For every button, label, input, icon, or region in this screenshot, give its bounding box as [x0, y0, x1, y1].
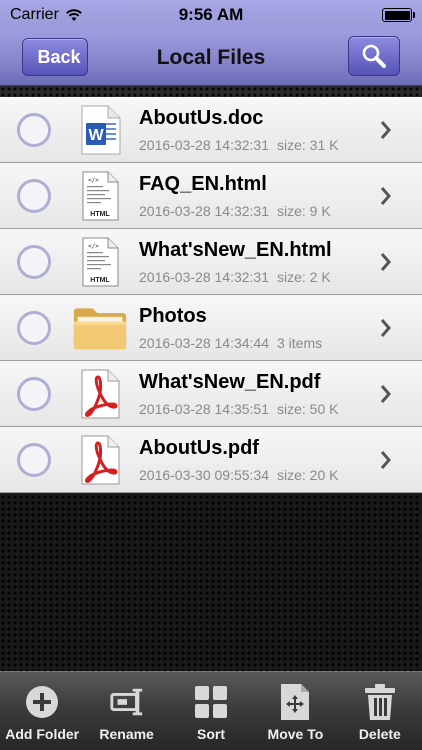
svg-text:</>: </>	[88, 177, 99, 184]
file-meta: 2016-03-28 14:34:44 3 items	[139, 335, 322, 351]
chevron-right-icon	[380, 451, 391, 469]
sort-button[interactable]: Sort	[169, 672, 253, 750]
file-name: FAQ_EN.html	[139, 173, 267, 195]
move-icon	[277, 684, 313, 720]
select-circle[interactable]	[17, 245, 51, 279]
file-date: 2016-03-28 14:34:44	[139, 335, 269, 351]
file-size: 3 items	[277, 335, 323, 351]
list-top-band	[0, 86, 422, 97]
chevron-right-icon	[380, 319, 391, 337]
svg-text:HTML: HTML	[90, 211, 110, 218]
list-item[interactable]: </> HTML FAQ_EN.html 2016-03-28 14:32:31…	[0, 163, 422, 229]
search-button[interactable]	[348, 36, 400, 76]
battery-icon	[382, 8, 415, 22]
file-size: size: 2 K	[277, 269, 331, 285]
chevron-right-icon	[380, 187, 391, 205]
select-circle[interactable]	[17, 311, 51, 345]
rename-button[interactable]: Rename	[84, 672, 168, 750]
select-circle[interactable]	[17, 113, 51, 147]
file-date: 2016-03-28 14:32:31	[139, 269, 269, 285]
pdf-file-icon	[72, 369, 128, 419]
rename-icon	[109, 684, 145, 720]
pdf-file-icon	[72, 435, 128, 485]
file-date: 2016-03-28 14:32:31	[139, 203, 269, 219]
list-item[interactable]: Photos 2016-03-28 14:34:44 3 items	[0, 295, 422, 361]
back-button-label: Back	[37, 46, 81, 67]
file-size: size: 31 K	[277, 137, 339, 153]
add-icon	[24, 684, 60, 720]
html-file-icon: </> HTML	[72, 237, 128, 287]
file-meta: 2016-03-30 09:55:34 size: 20 K	[139, 467, 338, 483]
file-date: 2016-03-30 09:55:34	[139, 467, 269, 483]
svg-text:HTML: HTML	[90, 277, 110, 284]
file-list: W AboutUs.doc 2016-03-28 14:32:31 size: 3…	[0, 97, 422, 493]
rename-label: Rename	[99, 726, 154, 742]
select-circle[interactable]	[17, 179, 51, 213]
list-item[interactable]: W AboutUs.doc 2016-03-28 14:32:31 size: 3…	[0, 97, 422, 163]
back-button[interactable]: Back	[22, 38, 88, 76]
add-folder-button[interactable]: Add Folder	[0, 672, 84, 750]
select-circle[interactable]	[17, 377, 51, 411]
move-to-button[interactable]: Move To	[253, 672, 337, 750]
status-bar: Carrier 9:56 AM	[0, 0, 422, 30]
file-size: size: 20 K	[277, 467, 339, 483]
file-name: What'sNew_EN.html	[139, 239, 332, 261]
add-folder-label: Add Folder	[5, 726, 80, 742]
select-circle[interactable]	[17, 443, 51, 477]
file-meta: 2016-03-28 14:32:31 size: 2 K	[139, 269, 331, 285]
file-meta: 2016-03-28 14:32:31 size: 31 K	[139, 137, 338, 153]
delete-label: Delete	[358, 726, 401, 742]
sort-grid-icon	[193, 684, 229, 720]
sort-label: Sort	[197, 726, 226, 742]
chevron-right-icon	[380, 253, 391, 271]
list-item[interactable]: What'sNew_EN.pdf 2016-03-28 14:35:51 size…	[0, 361, 422, 427]
search-icon	[362, 44, 386, 68]
html-file-icon: </> HTML	[72, 171, 128, 221]
nav-bar: Local Files Back	[0, 30, 422, 86]
status-time: 9:56 AM	[178, 5, 244, 24]
file-date: 2016-03-28 14:35:51	[139, 401, 269, 417]
svg-text:W: W	[88, 127, 104, 144]
list-item[interactable]: </> HTML What'sNew_EN.html 2016-03-28 14…	[0, 229, 422, 295]
trash-icon	[362, 684, 398, 720]
file-meta: 2016-03-28 14:35:51 size: 50 K	[139, 401, 338, 417]
file-name: AboutUs.pdf	[139, 437, 259, 459]
chevron-right-icon	[380, 121, 391, 139]
bottom-toolbar: Add Folder Rename Sort Move To Delete	[0, 671, 422, 750]
word-doc-icon: W	[72, 105, 128, 155]
file-date: 2016-03-28 14:32:31	[139, 137, 269, 153]
file-name: What'sNew_EN.pdf	[139, 371, 321, 393]
file-size: size: 50 K	[277, 401, 339, 417]
file-meta: 2016-03-28 14:32:31 size: 9 K	[139, 203, 331, 219]
move-to-label: Move To	[267, 726, 324, 742]
list-item[interactable]: AboutUs.pdf 2016-03-30 09:55:34 size: 20 …	[0, 427, 422, 493]
folder-icon	[72, 303, 128, 353]
svg-text:</>: </>	[88, 243, 99, 250]
chevron-right-icon	[380, 385, 391, 403]
file-size: size: 9 K	[277, 203, 331, 219]
delete-button[interactable]: Delete	[338, 672, 422, 750]
file-name: Photos	[139, 305, 207, 327]
file-name: AboutUs.doc	[139, 107, 264, 129]
